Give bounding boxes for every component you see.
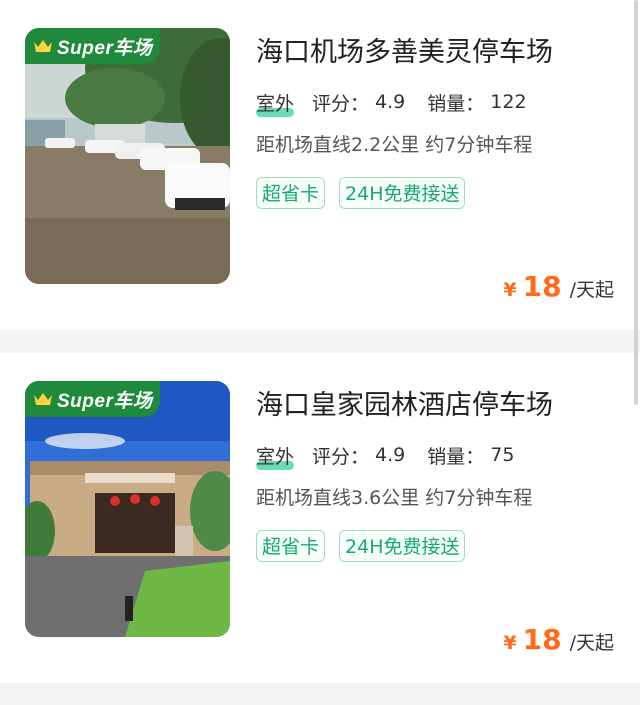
feature-tags: 超省卡 24H免费接送 bbox=[256, 177, 479, 209]
parking-lot-title[interactable]: 海口皇家园林酒店停车场 bbox=[256, 383, 553, 422]
sales-value: 122 bbox=[490, 91, 527, 113]
parking-lot-photo[interactable]: Super车场 bbox=[25, 381, 230, 637]
score-label: 评分： bbox=[312, 92, 370, 115]
crown-icon bbox=[34, 393, 52, 405]
feature-tag: 超省卡 bbox=[256, 177, 326, 209]
feature-tags: 超省卡 24H免费接送 bbox=[256, 530, 479, 562]
distance-info: 距机场直线3.6公里 约7分钟车程 bbox=[256, 487, 533, 509]
score-value: 4.9 bbox=[375, 91, 406, 113]
parking-lot-photo-image bbox=[25, 381, 230, 637]
parking-lot-photo-image bbox=[25, 28, 230, 284]
super-lot-badge-label: Super车场 bbox=[57, 390, 153, 412]
distance-info: 距机场直线2.2公里 约7分钟车程 bbox=[256, 134, 533, 156]
parking-lot-card[interactable]: Super车场 海口皇家园林酒店停车场 室外 评分： 4.9 销量： 75 距机… bbox=[0, 353, 640, 683]
scrollbar[interactable] bbox=[634, 0, 638, 405]
price: ¥ 18 /天起 bbox=[503, 270, 614, 303]
parking-lot-meta: 室外 评分： 4.9 销量： 122 bbox=[256, 88, 527, 117]
super-lot-badge: Super车场 bbox=[25, 381, 160, 417]
feature-tag: 24H免费接送 bbox=[339, 177, 466, 209]
price-unit: /天起 bbox=[569, 632, 614, 654]
feature-tag: 24H免费接送 bbox=[339, 530, 466, 562]
price-value: 18 bbox=[522, 270, 562, 303]
score-label: 评分： bbox=[312, 445, 370, 468]
sales-label: 销量： bbox=[427, 92, 485, 115]
crown-icon bbox=[34, 40, 52, 52]
price-unit: /天起 bbox=[569, 279, 614, 301]
super-lot-badge-label: Super车场 bbox=[57, 37, 153, 59]
price-value: 18 bbox=[522, 623, 562, 656]
price: ¥ 18 /天起 bbox=[503, 623, 614, 656]
parking-lot-photo[interactable]: Super车场 bbox=[25, 28, 230, 284]
lot-type-tag: 室外 bbox=[256, 92, 295, 117]
parking-lot-card[interactable]: Super车场 海口机场多善美灵停车场 室外 评分： 4.9 销量： 122 距… bbox=[0, 0, 640, 330]
sales-label: 销量： bbox=[427, 445, 485, 468]
lot-type-tag: 室外 bbox=[256, 445, 295, 470]
score-value: 4.9 bbox=[375, 444, 406, 466]
parking-lot-meta: 室外 评分： 4.9 销量： 75 bbox=[256, 441, 515, 470]
currency-symbol: ¥ bbox=[503, 279, 517, 301]
currency-symbol: ¥ bbox=[503, 632, 517, 654]
super-lot-badge: Super车场 bbox=[25, 28, 160, 64]
feature-tag: 超省卡 bbox=[256, 530, 326, 562]
parking-lot-title[interactable]: 海口机场多善美灵停车场 bbox=[256, 30, 553, 69]
sales-value: 75 bbox=[490, 444, 515, 466]
